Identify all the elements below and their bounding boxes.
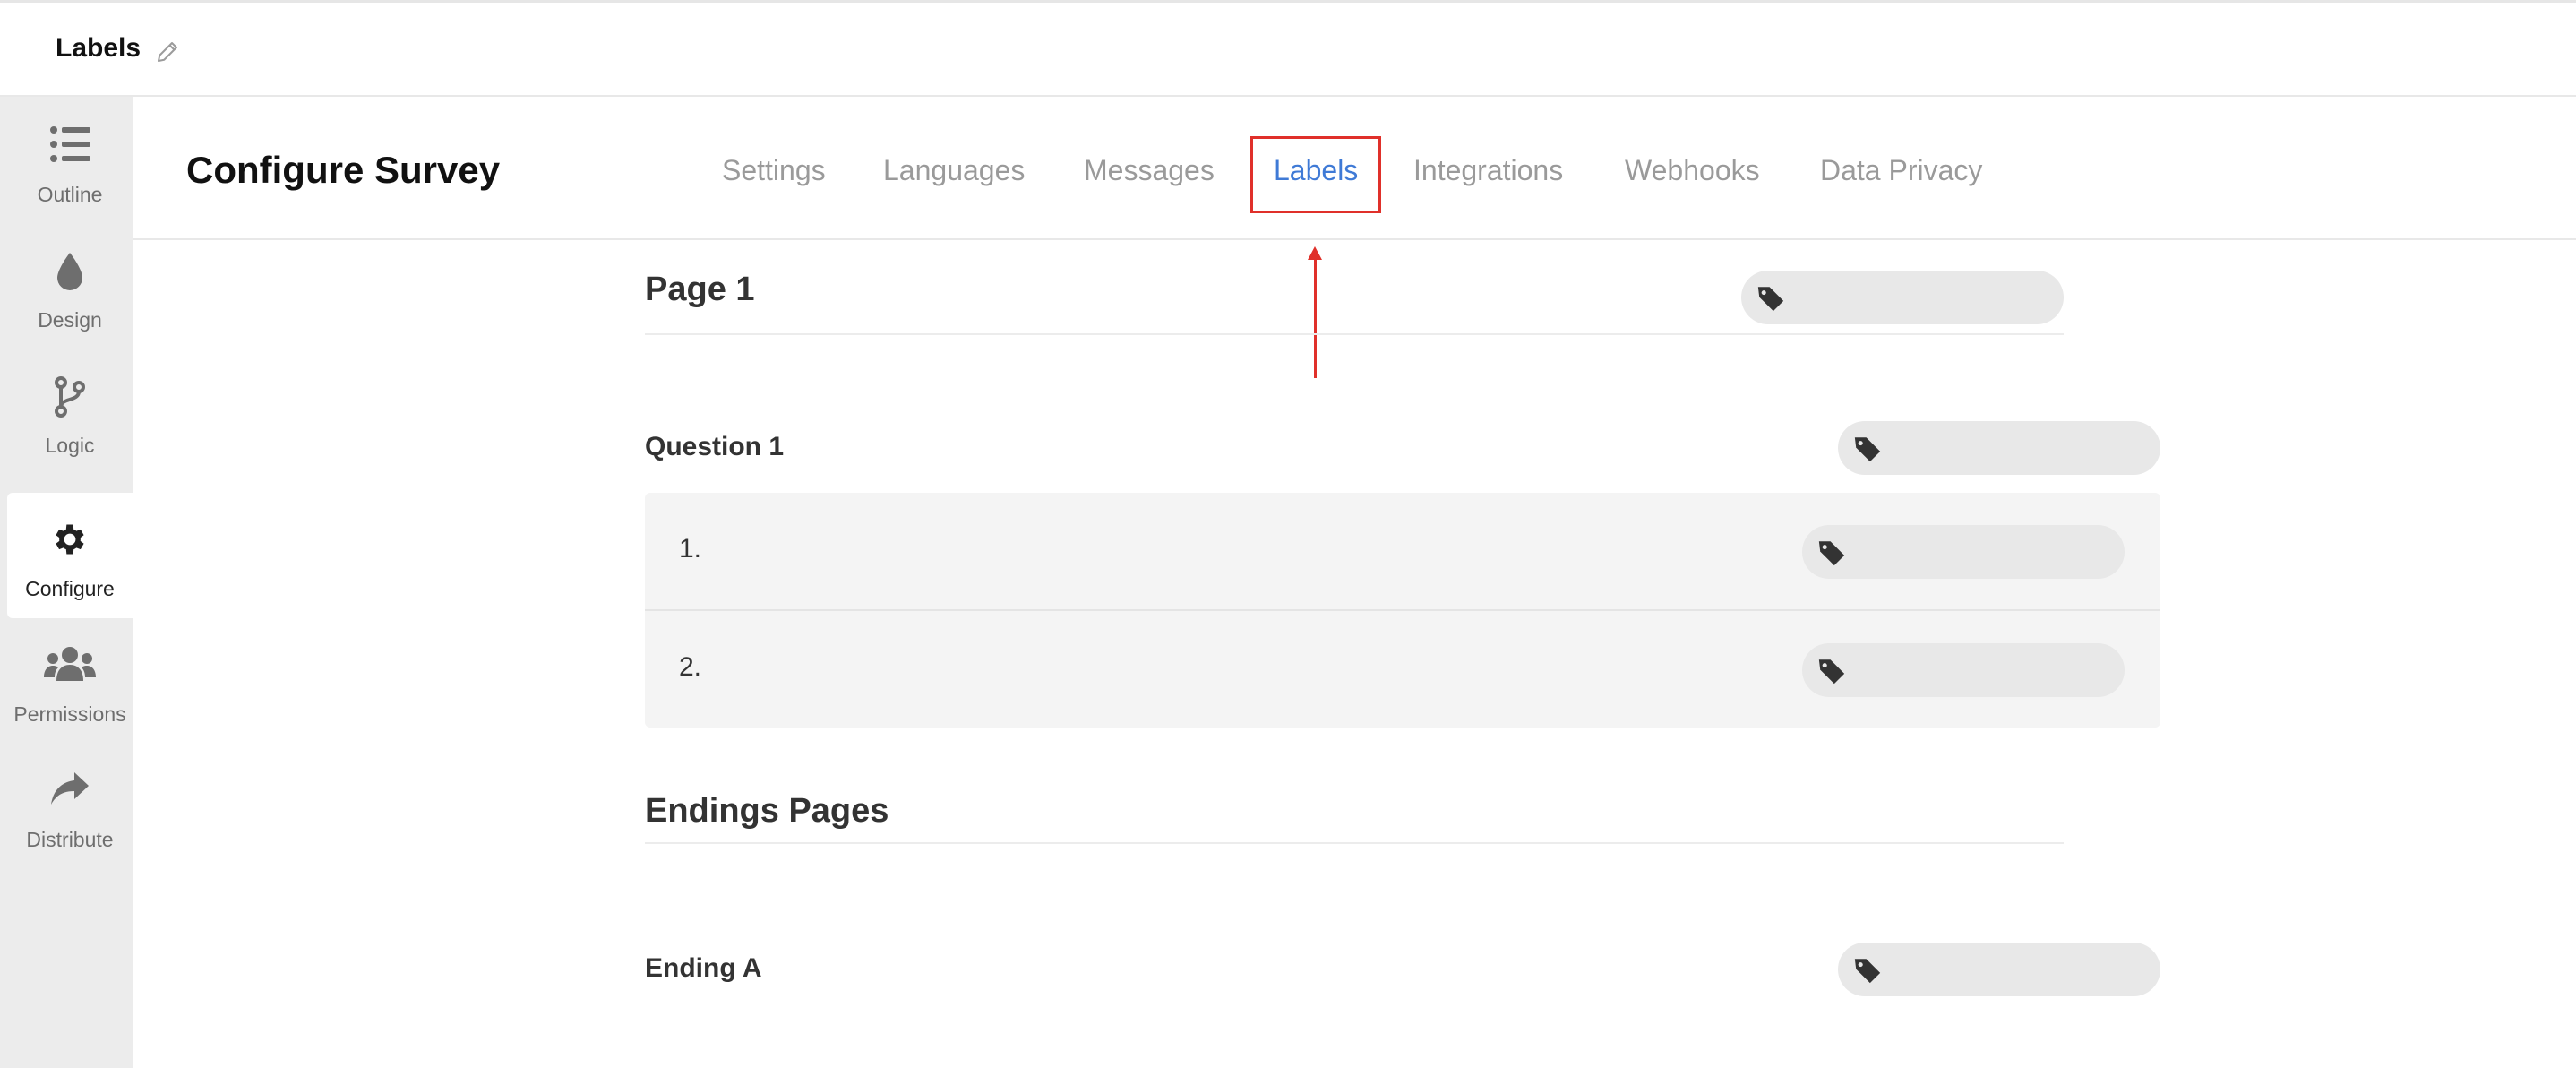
share-icon: [51, 772, 89, 805]
annotation-arrow-line: [1314, 256, 1317, 378]
choice-label: 2.: [679, 652, 702, 682]
page-title: Configure Survey: [186, 149, 501, 191]
ending-label-field[interactable]: [1838, 943, 2160, 996]
tab-messages[interactable]: Messages: [1084, 154, 1215, 187]
sidebar-item-outline[interactable]: Outline: [7, 99, 133, 224]
survey-title: Labels: [56, 33, 142, 63]
choice-label-field[interactable]: [1802, 525, 2125, 579]
tab-webhooks[interactable]: Webhooks: [1625, 154, 1760, 187]
list-icon: [50, 126, 90, 162]
pencil-icon[interactable]: [154, 39, 181, 65]
tab-integrations[interactable]: Integrations: [1413, 154, 1563, 187]
sidebar-item-label: Permissions: [13, 702, 126, 726]
sidebar: Outline Design Logic Configure Permissio…: [0, 97, 133, 1068]
sidebar-item-label: Design: [38, 308, 102, 332]
endings-section-title: Endings Pages: [645, 792, 889, 830]
ending-title: Ending A: [645, 953, 762, 983]
tab-data-privacy[interactable]: Data Privacy: [1820, 154, 1982, 187]
sidebar-item-label: Outline: [37, 183, 103, 206]
sidebar-item-label: Configure: [25, 577, 115, 600]
choice-label: 1.: [679, 534, 702, 564]
tag-icon: [1757, 287, 1784, 312]
tag-icon: [1854, 959, 1881, 984]
sidebar-item-design[interactable]: Design: [7, 224, 133, 349]
tab-settings[interactable]: Settings: [722, 154, 826, 187]
sidebar-item-label: Distribute: [26, 828, 114, 851]
page-section-title: Page 1: [645, 271, 755, 308]
sidebar-item-configure[interactable]: Configure: [7, 493, 133, 618]
branch-icon: [55, 376, 85, 418]
sidebar-item-logic[interactable]: Logic: [7, 349, 133, 475]
choice-divider: [645, 609, 2160, 611]
sidebar-item-distribute[interactable]: Distribute: [7, 744, 133, 869]
top-bar: Labels: [0, 0, 2576, 97]
sidebar-item-label: Logic: [45, 434, 95, 457]
tag-icon: [1854, 437, 1881, 462]
question-title: Question 1: [645, 432, 785, 461]
gear-icon: [56, 524, 84, 555]
question-label-field[interactable]: [1838, 421, 2160, 475]
choice-list: 1. 2.: [645, 493, 2160, 728]
choice-label-field[interactable]: [1802, 643, 2125, 697]
sidebar-item-permissions[interactable]: Permissions: [7, 618, 133, 744]
tag-icon: [1818, 541, 1845, 566]
users-icon: [44, 647, 96, 681]
labels-tab-highlight: [1250, 136, 1381, 213]
tag-icon: [1818, 659, 1845, 685]
section-divider: [645, 333, 2064, 335]
page-label-field[interactable]: [1741, 271, 2064, 324]
droplet-icon: [57, 253, 82, 290]
tab-languages[interactable]: Languages: [883, 154, 1025, 187]
section-divider: [645, 842, 2064, 844]
